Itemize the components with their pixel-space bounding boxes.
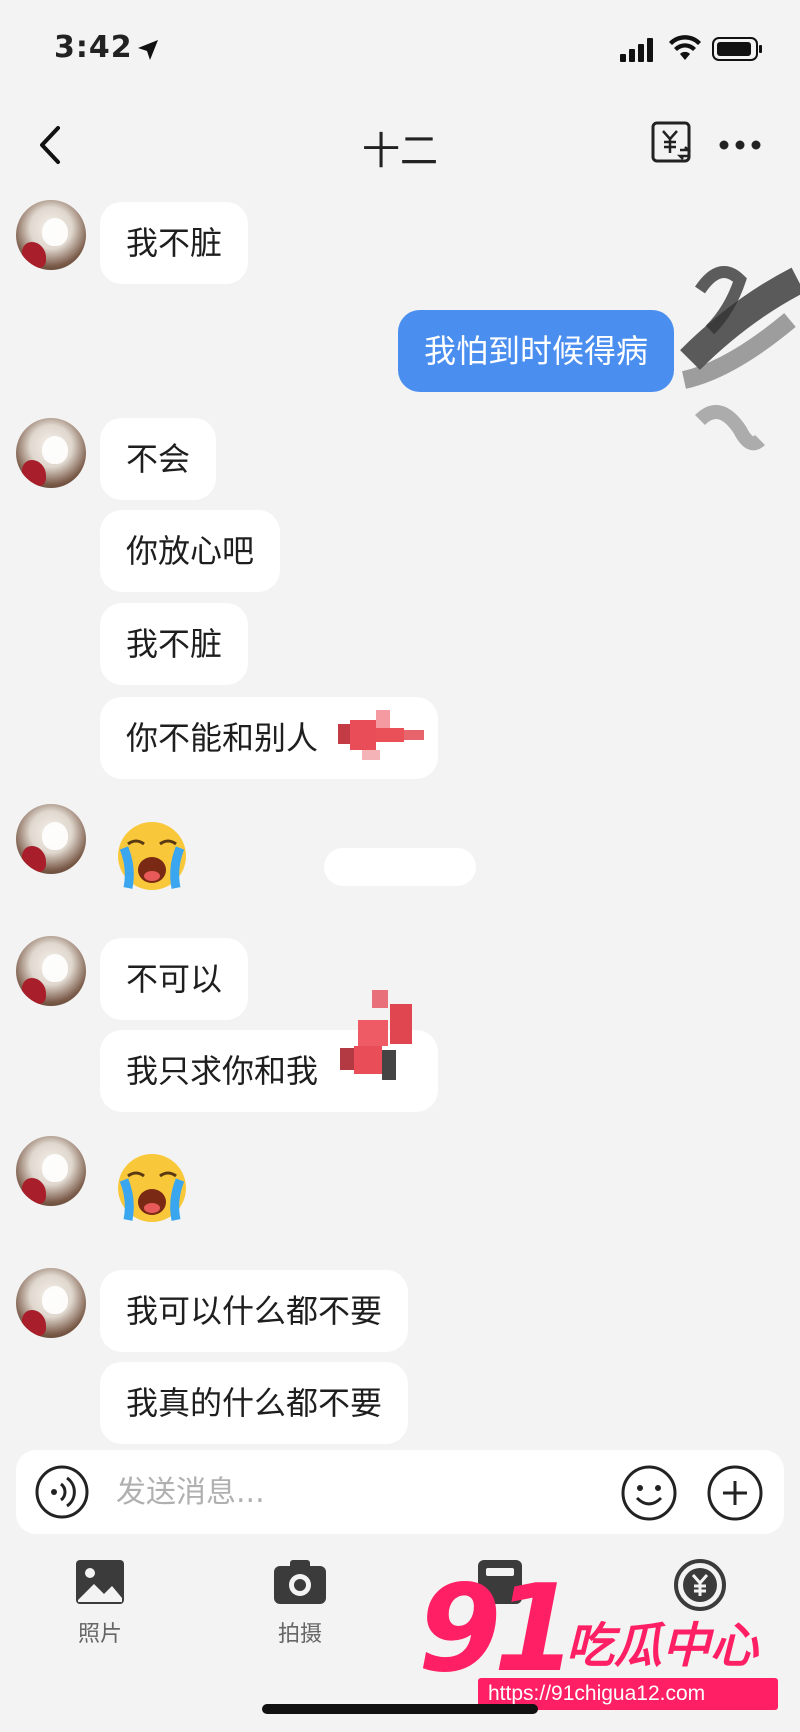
- scribble-overlay: [680, 266, 800, 451]
- smiley-icon: [621, 1465, 677, 1521]
- toolbar-label: 拍摄: [277, 1622, 322, 1647]
- message-bubble[interactable]: 我不脏: [100, 603, 249, 685]
- add-button[interactable]: [706, 1464, 764, 1522]
- home-indicator: [262, 1704, 538, 1714]
- status-time: 3:42: [54, 30, 133, 65]
- toolbar-camera[interactable]: 拍摄: [240, 1558, 360, 1668]
- contact-avatar[interactable]: [16, 200, 86, 270]
- transfer-button[interactable]: [650, 120, 694, 166]
- emoji-button[interactable]: [620, 1464, 678, 1522]
- message-input[interactable]: [116, 1464, 616, 1520]
- crying-face-emoji[interactable]: [114, 818, 190, 894]
- site-watermark: 91 吃瓜中心 https://91chigua12.com: [418, 1570, 798, 1720]
- contact-avatar[interactable]: [16, 418, 86, 488]
- message-bubble[interactable]: 不可以: [100, 938, 249, 1020]
- location-arrow-icon: [138, 40, 158, 60]
- contact-avatar[interactable]: [16, 1136, 86, 1206]
- toolbar-photo[interactable]: 照片: [40, 1558, 160, 1668]
- more-icon: [719, 140, 761, 150]
- toolbar-label: 照片: [77, 1622, 122, 1647]
- crying-face-emoji[interactable]: [114, 1150, 190, 1226]
- contact-avatar[interactable]: [16, 1268, 86, 1338]
- message-bubble[interactable]: 不会: [100, 418, 217, 500]
- message-bubble[interactable]: 我可以什么都不要: [100, 1270, 409, 1352]
- voice-icon: [35, 1465, 89, 1519]
- voice-button[interactable]: [34, 1464, 90, 1520]
- mosaic-censor: [340, 990, 430, 1090]
- plus-icon: [707, 1465, 763, 1521]
- outgoing-message-bubble[interactable]: 我怕到时候得病: [398, 310, 675, 392]
- watermark-number: 91: [418, 1560, 577, 1699]
- battery-icon: [712, 37, 762, 61]
- watermark-text: 吃瓜中心: [566, 1618, 759, 1674]
- chat-header: 十二: [0, 100, 800, 190]
- message-bubble[interactable]: 我不脏: [100, 202, 249, 284]
- photo-icon: [76, 1560, 124, 1604]
- camera-icon: [274, 1560, 326, 1604]
- transfer-icon: [651, 121, 692, 163]
- message-input-bar: [16, 1450, 784, 1534]
- contact-avatar[interactable]: [16, 936, 86, 1006]
- status-bar: 3:42: [0, 0, 800, 100]
- blank-redaction: [324, 848, 476, 886]
- wifi-icon: [669, 35, 701, 60]
- mosaic-censor: [338, 710, 428, 760]
- message-bubble[interactable]: 我真的什么都不要: [100, 1362, 409, 1444]
- signal-icon: [620, 38, 653, 62]
- contact-avatar[interactable]: [16, 804, 86, 874]
- message-bubble[interactable]: 你放心吧: [100, 510, 281, 592]
- more-options-button[interactable]: [718, 130, 762, 160]
